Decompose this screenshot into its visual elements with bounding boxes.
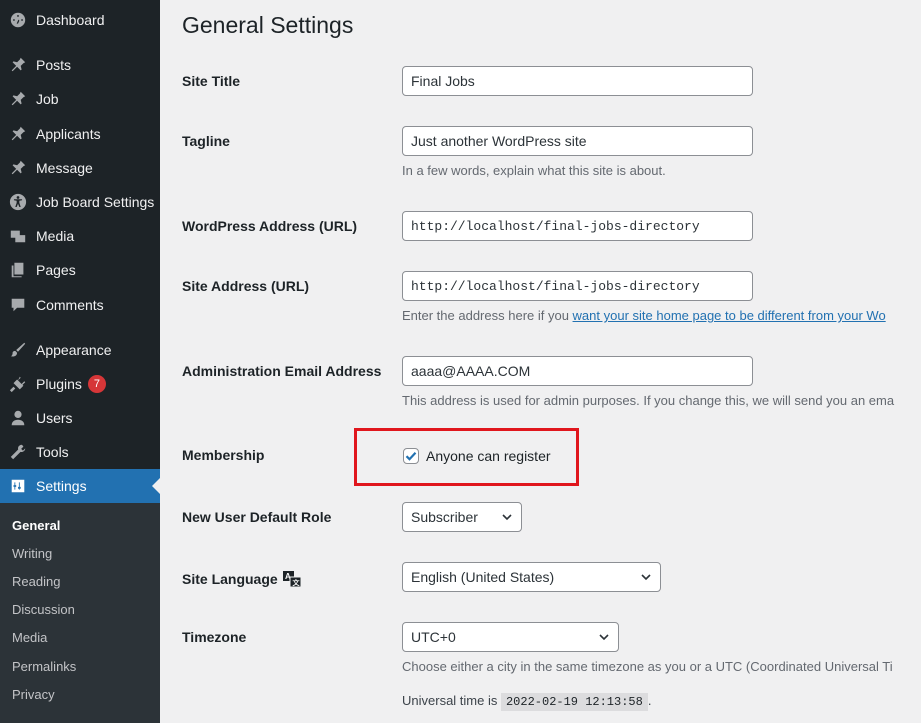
svg-text:文: 文: [292, 578, 300, 587]
menu-item-pages[interactable]: Pages: [0, 253, 160, 287]
chevron-down-icon: [502, 514, 512, 521]
comment-icon: [8, 295, 28, 315]
submenu-media[interactable]: Media: [12, 630, 47, 645]
menu-item-applicants[interactable]: Applicants: [0, 117, 160, 151]
default-role-label: New User Default Role: [182, 509, 332, 525]
universal-time-value: 2022-02-19 12:13:58: [500, 693, 648, 711]
menu-item-settings[interactable]: Settings: [0, 469, 160, 503]
menu-item-plugins[interactable]: Plugins 7: [0, 367, 160, 401]
menu-label: Comments: [36, 297, 104, 313]
menu-item-comments[interactable]: Comments: [0, 288, 160, 322]
menu-item-users[interactable]: Users: [0, 401, 160, 435]
site-title-label: Site Title: [182, 73, 241, 89]
menu-label: Applicants: [36, 126, 101, 142]
menu-label: Posts: [36, 57, 72, 73]
default-role-select[interactable]: Subscriber: [402, 502, 522, 532]
menu-label: Users: [36, 410, 73, 426]
universal-time: Universal time is 2022-02-19 12:13:58.: [402, 693, 652, 711]
membership-checkbox-label[interactable]: Anyone can register: [426, 448, 551, 464]
settings-content: General Settings Site Title Final Jobs T…: [160, 0, 921, 723]
universal-time-suffix: .: [647, 693, 652, 708]
menu-item-job[interactable]: Job: [0, 82, 160, 116]
pages-icon: [8, 260, 28, 280]
plugins-update-badge: 7: [87, 375, 106, 393]
menu-label: Message: [36, 160, 93, 176]
menu-item-tools[interactable]: Tools: [0, 435, 160, 469]
wrench-icon: [8, 442, 28, 462]
admin-email-input[interactable]: aaaa@AAAA.COM: [402, 356, 753, 386]
menu-label: Dashboard: [36, 12, 105, 28]
site-language-label-row: Site Language A 文: [182, 570, 302, 588]
tagline-label: Tagline: [182, 133, 230, 149]
user-icon: [8, 408, 28, 428]
menu-label: Pages: [36, 262, 76, 278]
menu-label: Job Board Settings: [36, 194, 155, 210]
menu-item-dashboard[interactable]: Dashboard: [0, 3, 160, 37]
submenu-discussion[interactable]: Discussion: [12, 602, 75, 617]
wp-address-input[interactable]: http://localhost/final-jobs-directory: [402, 211, 753, 241]
pin-icon: [8, 55, 28, 75]
menu-label: Plugins: [36, 376, 82, 392]
menu-item-posts[interactable]: Posts: [0, 48, 160, 82]
site-language-label: Site Language: [182, 571, 278, 587]
admin-sidebar: Dashboard Posts Job Applicants Message J…: [0, 0, 160, 723]
site-language-select[interactable]: English (United States): [402, 562, 661, 592]
chevron-down-icon: [599, 634, 609, 641]
default-role-value: Subscriber: [411, 509, 478, 525]
timezone-description: Choose either a city in the same timezon…: [402, 659, 893, 674]
translation-icon: A 文: [282, 571, 302, 588]
submenu-reading[interactable]: Reading: [12, 574, 60, 589]
membership-checkbox[interactable]: [403, 448, 419, 464]
menu-label: Appearance: [36, 342, 112, 358]
settings-icon: [8, 476, 28, 496]
submenu-writing[interactable]: Writing: [12, 546, 52, 561]
menu-label: Job: [36, 91, 59, 107]
chevron-down-icon: [641, 574, 651, 581]
pin-icon: [8, 158, 28, 178]
membership-label: Membership: [182, 447, 265, 463]
menu-label: Tools: [36, 444, 69, 460]
menu-item-job-board-settings[interactable]: Job Board Settings: [0, 185, 160, 219]
plugin-icon: [8, 374, 28, 394]
site-address-description: Enter the address here if you want your …: [402, 308, 886, 323]
tagline-input[interactable]: Just another WordPress site: [402, 126, 753, 156]
media-icon: [8, 226, 28, 246]
pin-icon: [8, 124, 28, 144]
submenu-general[interactable]: General: [12, 518, 60, 533]
brush-icon: [8, 340, 28, 360]
dashboard-icon: [8, 10, 28, 30]
menu-item-appearance[interactable]: Appearance: [0, 333, 160, 367]
menu-item-media[interactable]: Media: [0, 219, 160, 253]
menu-label: Settings: [36, 478, 87, 494]
submenu-permalinks[interactable]: Permalinks: [12, 659, 76, 674]
site-home-link[interactable]: want your site home page to be different…: [573, 308, 886, 323]
timezone-value: UTC+0: [411, 629, 456, 645]
page-title: General Settings: [182, 12, 354, 38]
site-language-value: English (United States): [411, 569, 555, 585]
admin-email-label: Administration Email Address: [182, 363, 382, 379]
checkmark-icon: [405, 451, 417, 461]
site-title-input[interactable]: Final Jobs: [402, 66, 753, 96]
site-address-desc-text: Enter the address here if you: [402, 308, 573, 323]
tagline-description: In a few words, explain what this site i…: [402, 163, 666, 178]
site-address-label: Site Address (URL): [182, 278, 310, 294]
wp-address-label: WordPress Address (URL): [182, 218, 358, 234]
universal-access-icon: [8, 192, 28, 212]
site-address-input[interactable]: http://localhost/final-jobs-directory: [402, 271, 753, 301]
menu-label: Media: [36, 228, 75, 244]
timezone-select[interactable]: UTC+0: [402, 622, 619, 652]
pin-icon: [8, 89, 28, 109]
menu-item-message[interactable]: Message: [0, 151, 160, 185]
submenu-privacy[interactable]: Privacy: [12, 687, 55, 702]
timezone-label: Timezone: [182, 629, 247, 645]
universal-time-text: Universal time is: [402, 693, 498, 708]
settings-submenu: General Writing Reading Discussion Media…: [0, 503, 160, 723]
admin-email-description: This address is used for admin purposes.…: [402, 393, 895, 408]
